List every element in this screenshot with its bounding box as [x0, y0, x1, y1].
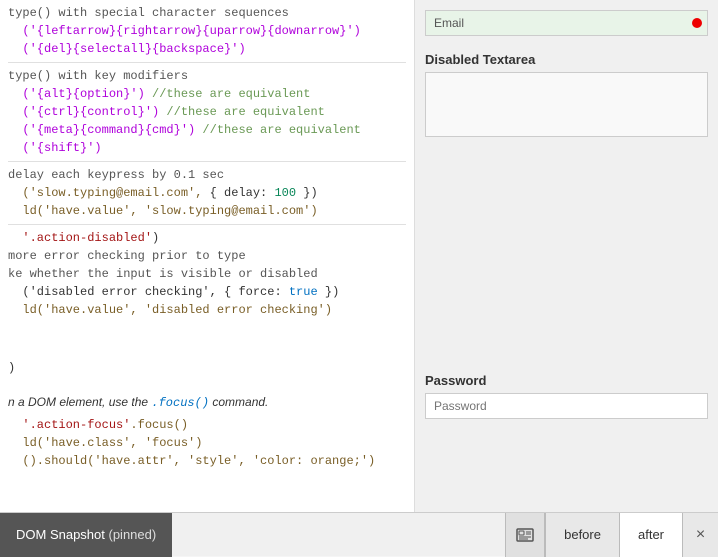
email-input-wrapper — [425, 10, 708, 36]
code-line: ('disabled error checking', { force: tru… — [8, 283, 406, 301]
code-line: ld('have.value', 'slow.typing@email.com'… — [8, 202, 406, 220]
tab-area: before after × — [505, 513, 718, 557]
email-error-indicator — [692, 18, 702, 28]
password-input[interactable] — [425, 393, 708, 419]
code-line: ('{meta}{command}{cmd}') //these are equ… — [8, 121, 406, 139]
disabled-textarea — [425, 72, 708, 137]
focus-desc-text2: command. — [209, 395, 268, 409]
snapshot-icon-button[interactable] — [505, 513, 545, 557]
code-line: ) — [8, 359, 406, 377]
focus-desc-text: n a DOM element, use the — [8, 395, 151, 409]
code-line: ('{alt}{option}') //these are equivalent — [8, 85, 406, 103]
code-line: ld('have.value', 'disabled error checkin… — [8, 301, 406, 319]
code-panel: type() with special character sequences … — [0, 0, 415, 512]
focus-description: n a DOM element, use the .focus() comman… — [8, 393, 406, 412]
code-line: '.action-focus'.focus() — [8, 416, 406, 434]
after-tab-button[interactable]: after — [619, 513, 682, 557]
code-line: ('{del}{selectall}{backspace}') — [8, 40, 406, 58]
disabled-textarea-section: Disabled Textarea — [425, 52, 708, 141]
code-line: ('{leftarrow}{rightarrow}{uparrow}{downa… — [8, 22, 406, 40]
close-button[interactable]: × — [682, 513, 718, 557]
code-line: delay each keypress by 0.1 sec — [8, 166, 406, 184]
code-line: ().should('have.attr', 'style', 'color: … — [8, 452, 406, 470]
code-line: ld('have.class', 'focus') — [8, 434, 406, 452]
code-line: more error checking prior to type — [8, 247, 406, 265]
code-line: type() with key modifiers — [8, 67, 406, 85]
code-line: ('{shift}') — [8, 139, 406, 157]
password-section: Password — [425, 373, 708, 419]
right-panel: Disabled Textarea Password — [415, 0, 718, 512]
focus-cmd: .focus() — [151, 396, 209, 410]
code-line: ke whether the input is visible or disab… — [8, 265, 406, 283]
disabled-textarea-label: Disabled Textarea — [425, 52, 708, 67]
email-input[interactable] — [425, 10, 708, 36]
password-label: Password — [425, 373, 708, 388]
main-area: type() with special character sequences … — [0, 0, 718, 512]
code-line: '.action-disabled') — [8, 229, 406, 247]
code-line: type() with special character sequences — [8, 4, 406, 22]
before-tab-button[interactable]: before — [545, 513, 619, 557]
dom-snapshot-pinned: (pinned) — [109, 527, 157, 542]
dom-snapshot-button[interactable]: DOM Snapshot (pinned) — [0, 513, 172, 557]
dom-snapshot-label: DOM Snapshot — [16, 527, 105, 542]
code-line: ('slow.typing@email.com', { delay: 100 }… — [8, 184, 406, 202]
email-section — [425, 10, 708, 36]
code-line: ('{ctrl}{control}') //these are equivale… — [8, 103, 406, 121]
bottom-bar: DOM Snapshot (pinned) before after × — [0, 512, 718, 556]
